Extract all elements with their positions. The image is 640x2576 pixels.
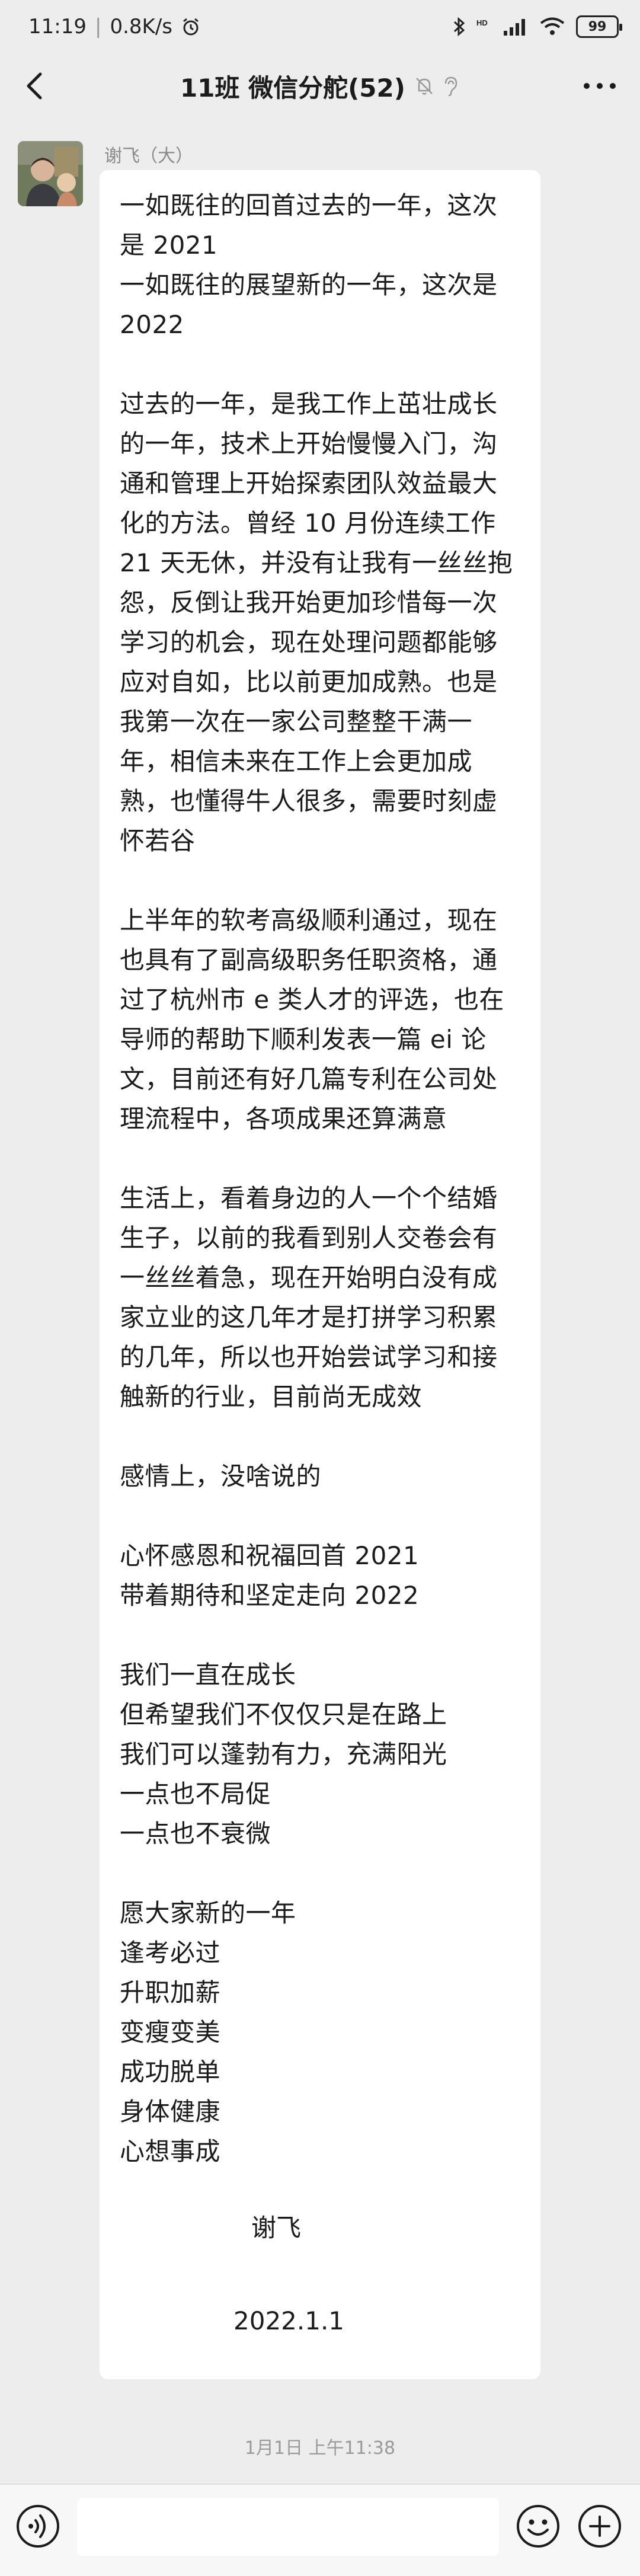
network-speed: 0.8K/s (110, 15, 172, 39)
message-timestamp: 1月1日 上午11:38 (244, 2438, 396, 2459)
emoji-button[interactable] (514, 2503, 562, 2550)
message-input[interactable] (77, 2498, 499, 2556)
chat-title: 11班 微信分舵(52) (180, 73, 405, 103)
status-time: 11:19 (28, 15, 87, 39)
back-arrow-icon (27, 72, 42, 100)
hd-icon: HD (476, 18, 492, 36)
svg-text:HD: HD (476, 18, 488, 27)
input-bar (0, 2484, 640, 2576)
back-button[interactable] (18, 69, 51, 103)
battery-icon: 99 (576, 15, 622, 38)
message-text: 一如既往的回首过去的一年，这次是 2021 一如既往的展望新的一年，这次是 20… (120, 191, 513, 2166)
voice-button[interactable] (14, 2503, 62, 2550)
emoji-icon (517, 2505, 559, 2548)
sender-name: 谢飞（大） (104, 146, 193, 167)
bluetooth-icon (453, 16, 466, 37)
wifi-icon (539, 17, 565, 37)
message-bubble[interactable]: 一如既往的回首过去的一年，这次是 2021 一如既往的展望新的一年，这次是 20… (100, 170, 540, 2379)
alarm-icon (181, 17, 201, 37)
chat-header: 11班 微信分舵(52) (0, 53, 640, 119)
signature-name: 谢飞 (251, 2213, 302, 2242)
plus-icon (578, 2505, 621, 2548)
plus-button[interactable] (576, 2503, 623, 2550)
status-divider: | (94, 15, 102, 39)
chat-area[interactable]: 谢飞（大） 一如既往的回首过去的一年，这次是 2021 一如既往的展望新的一年，… (0, 119, 640, 2484)
status-bar: 11:19 | 0.8K/s HD 99 (0, 0, 640, 53)
signal-icon (503, 17, 529, 37)
avatar[interactable] (18, 141, 83, 206)
signature-date: 2022.1.1 (233, 2306, 345, 2335)
ear-icon (444, 76, 457, 97)
more-icon (584, 83, 616, 89)
more-button[interactable] (577, 69, 622, 103)
voice-icon (17, 2505, 59, 2548)
mute-bell-icon (416, 78, 433, 95)
